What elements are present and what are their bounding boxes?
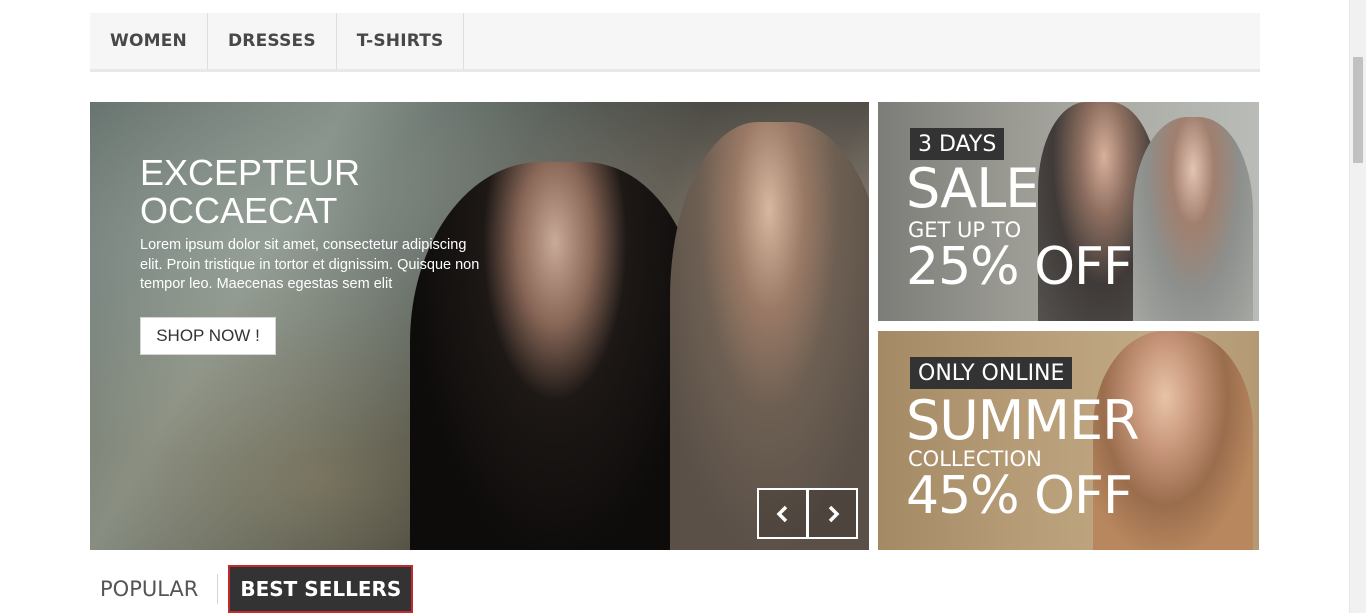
scrollbar-thumb[interactable] (1353, 57, 1363, 163)
top-menu: WOMEN DRESSES T-SHIRTS (90, 13, 1260, 72)
slider-photo-man (670, 122, 869, 550)
menu-item-t-shirts[interactable]: T-SHIRTS (337, 13, 465, 69)
banner-summer[interactable]: ONLY ONLINE SUMMER COLLECTION 45% OFF (878, 331, 1259, 550)
tab-divider (217, 574, 219, 604)
slider-prev-button[interactable] (757, 488, 808, 539)
banner-tag: ONLY ONLINE (910, 357, 1073, 389)
slider-nav (757, 488, 858, 539)
shop-now-button[interactable]: SHOP NOW ! (140, 317, 276, 355)
banner-discount: 45% OFF (906, 466, 1133, 526)
chevron-right-icon (828, 505, 839, 522)
menu-item-dresses[interactable]: DRESSES (208, 13, 337, 69)
banner-headline: SALE (906, 157, 1039, 220)
slider-description: Lorem ipsum dolor sit amet, consectetur … (140, 237, 480, 292)
menu-item-women[interactable]: WOMEN (90, 13, 208, 69)
banner-discount: 25% OFF (906, 237, 1133, 297)
banner-tag: 3 DAYS (910, 128, 1005, 160)
product-tabs: POPULAR BEST SELLERS (90, 565, 414, 613)
homepage-slider: EXCEPTEUR OCCAECAT Lorem ipsum dolor sit… (90, 102, 869, 550)
banner-sale[interactable]: 3 DAYS SALE GET UP TO 25% OFF (878, 102, 1259, 321)
tab-popular[interactable]: POPULAR (90, 565, 208, 613)
banner-headline: SUMMER (906, 389, 1140, 452)
chevron-left-icon (776, 505, 787, 522)
slider-title: EXCEPTEUR OCCAECAT (140, 152, 361, 231)
vertical-scrollbar[interactable] (1349, 0, 1366, 613)
tab-best-sellers[interactable]: BEST SELLERS (228, 565, 414, 613)
slider-next-button[interactable] (807, 488, 858, 539)
banner-photo-woman (1133, 117, 1253, 321)
